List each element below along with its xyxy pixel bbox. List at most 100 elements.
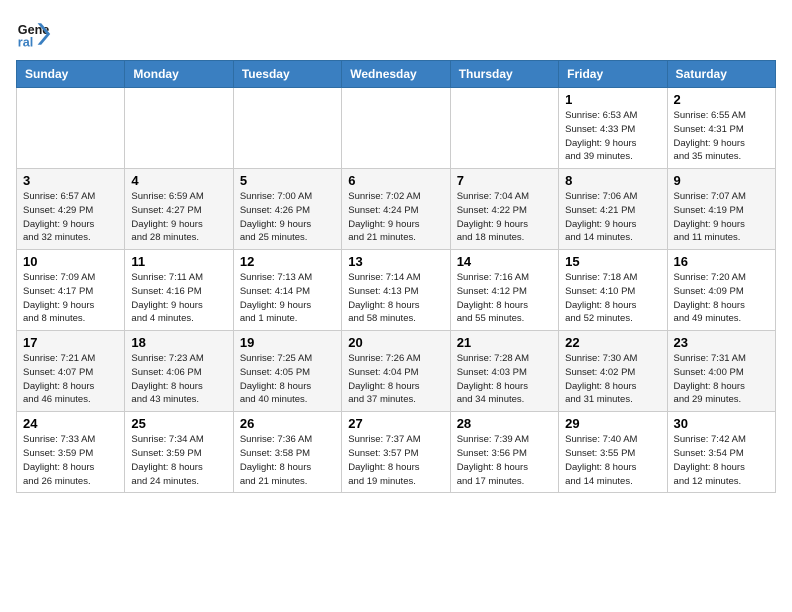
calendar-week-1: 1 Sunrise: 6:53 AM Sunset: 4:33 PM Daylig… <box>17 88 776 169</box>
day-number: 22 <box>565 335 660 350</box>
day-info: Sunrise: 7:09 AM Sunset: 4:17 PM Dayligh… <box>23 271 118 326</box>
day-number: 16 <box>674 254 769 269</box>
day-number: 5 <box>240 173 335 188</box>
calendar-cell: 5 Sunrise: 7:00 AM Sunset: 4:26 PM Daylig… <box>233 169 341 250</box>
day-info: Sunrise: 7:23 AM Sunset: 4:06 PM Dayligh… <box>131 352 226 407</box>
day-number: 3 <box>23 173 118 188</box>
day-info: Sunrise: 7:33 AM Sunset: 3:59 PM Dayligh… <box>23 433 118 488</box>
day-number: 4 <box>131 173 226 188</box>
day-number: 21 <box>457 335 552 350</box>
day-number: 20 <box>348 335 443 350</box>
calendar-table: SundayMondayTuesdayWednesdayThursdayFrid… <box>16 60 776 493</box>
day-info: Sunrise: 7:07 AM Sunset: 4:19 PM Dayligh… <box>674 190 769 245</box>
day-info: Sunrise: 6:59 AM Sunset: 4:27 PM Dayligh… <box>131 190 226 245</box>
weekday-header-sunday: Sunday <box>17 61 125 88</box>
weekday-header-friday: Friday <box>559 61 667 88</box>
day-info: Sunrise: 7:25 AM Sunset: 4:05 PM Dayligh… <box>240 352 335 407</box>
day-info: Sunrise: 6:55 AM Sunset: 4:31 PM Dayligh… <box>674 109 769 164</box>
day-number: 30 <box>674 416 769 431</box>
calendar-body: 1 Sunrise: 6:53 AM Sunset: 4:33 PM Daylig… <box>17 88 776 493</box>
day-number: 27 <box>348 416 443 431</box>
calendar-cell: 16 Sunrise: 7:20 AM Sunset: 4:09 PM Dayli… <box>667 250 775 331</box>
calendar-week-2: 3 Sunrise: 6:57 AM Sunset: 4:29 PM Daylig… <box>17 169 776 250</box>
day-number: 12 <box>240 254 335 269</box>
calendar-cell: 2 Sunrise: 6:55 AM Sunset: 4:31 PM Daylig… <box>667 88 775 169</box>
day-number: 25 <box>131 416 226 431</box>
calendar-cell: 15 Sunrise: 7:18 AM Sunset: 4:10 PM Dayli… <box>559 250 667 331</box>
day-number: 29 <box>565 416 660 431</box>
day-info: Sunrise: 6:53 AM Sunset: 4:33 PM Dayligh… <box>565 109 660 164</box>
calendar-cell: 13 Sunrise: 7:14 AM Sunset: 4:13 PM Dayli… <box>342 250 450 331</box>
calendar-cell: 24 Sunrise: 7:33 AM Sunset: 3:59 PM Dayli… <box>17 412 125 493</box>
day-info: Sunrise: 7:34 AM Sunset: 3:59 PM Dayligh… <box>131 433 226 488</box>
weekday-header-wednesday: Wednesday <box>342 61 450 88</box>
logo-icon: Gene ral <box>16 16 52 52</box>
day-info: Sunrise: 7:39 AM Sunset: 3:56 PM Dayligh… <box>457 433 552 488</box>
day-info: Sunrise: 7:04 AM Sunset: 4:22 PM Dayligh… <box>457 190 552 245</box>
calendar-week-3: 10 Sunrise: 7:09 AM Sunset: 4:17 PM Dayli… <box>17 250 776 331</box>
calendar-cell: 12 Sunrise: 7:13 AM Sunset: 4:14 PM Dayli… <box>233 250 341 331</box>
calendar-cell <box>450 88 558 169</box>
calendar-cell: 1 Sunrise: 6:53 AM Sunset: 4:33 PM Daylig… <box>559 88 667 169</box>
day-info: Sunrise: 7:30 AM Sunset: 4:02 PM Dayligh… <box>565 352 660 407</box>
day-info: Sunrise: 7:14 AM Sunset: 4:13 PM Dayligh… <box>348 271 443 326</box>
calendar-cell: 25 Sunrise: 7:34 AM Sunset: 3:59 PM Dayli… <box>125 412 233 493</box>
day-info: Sunrise: 7:16 AM Sunset: 4:12 PM Dayligh… <box>457 271 552 326</box>
calendar-cell: 7 Sunrise: 7:04 AM Sunset: 4:22 PM Daylig… <box>450 169 558 250</box>
calendar-cell: 17 Sunrise: 7:21 AM Sunset: 4:07 PM Dayli… <box>17 331 125 412</box>
calendar-cell <box>125 88 233 169</box>
day-info: Sunrise: 7:21 AM Sunset: 4:07 PM Dayligh… <box>23 352 118 407</box>
day-number: 23 <box>674 335 769 350</box>
day-info: Sunrise: 7:06 AM Sunset: 4:21 PM Dayligh… <box>565 190 660 245</box>
calendar-cell <box>17 88 125 169</box>
calendar-cell: 11Sunrise: 7:11 AM Sunset: 4:16 PM Dayli… <box>125 250 233 331</box>
calendar-cell: 19 Sunrise: 7:25 AM Sunset: 4:05 PM Dayli… <box>233 331 341 412</box>
day-number: 26 <box>240 416 335 431</box>
weekday-header-thursday: Thursday <box>450 61 558 88</box>
day-number: 24 <box>23 416 118 431</box>
day-info: Sunrise: 7:26 AM Sunset: 4:04 PM Dayligh… <box>348 352 443 407</box>
day-info: Sunrise: 7:40 AM Sunset: 3:55 PM Dayligh… <box>565 433 660 488</box>
day-number: 15 <box>565 254 660 269</box>
day-info: Sunrise: 7:11 AM Sunset: 4:16 PM Dayligh… <box>131 271 226 326</box>
calendar-cell: 30 Sunrise: 7:42 AM Sunset: 3:54 PM Dayli… <box>667 412 775 493</box>
day-number: 17 <box>23 335 118 350</box>
day-number: 14 <box>457 254 552 269</box>
weekday-header-monday: Monday <box>125 61 233 88</box>
calendar-cell <box>342 88 450 169</box>
calendar-week-5: 24 Sunrise: 7:33 AM Sunset: 3:59 PM Dayli… <box>17 412 776 493</box>
day-number: 6 <box>348 173 443 188</box>
day-number: 10 <box>23 254 118 269</box>
calendar-cell: 6 Sunrise: 7:02 AM Sunset: 4:24 PM Daylig… <box>342 169 450 250</box>
calendar-cell: 29 Sunrise: 7:40 AM Sunset: 3:55 PM Dayli… <box>559 412 667 493</box>
day-info: Sunrise: 7:13 AM Sunset: 4:14 PM Dayligh… <box>240 271 335 326</box>
calendar-cell: 28 Sunrise: 7:39 AM Sunset: 3:56 PM Dayli… <box>450 412 558 493</box>
day-number: 1 <box>565 92 660 107</box>
day-info: Sunrise: 7:28 AM Sunset: 4:03 PM Dayligh… <box>457 352 552 407</box>
calendar-cell: 18Sunrise: 7:23 AM Sunset: 4:06 PM Dayli… <box>125 331 233 412</box>
calendar-cell: 23Sunrise: 7:31 AM Sunset: 4:00 PM Dayli… <box>667 331 775 412</box>
calendar-cell: 22 Sunrise: 7:30 AM Sunset: 4:02 PM Dayli… <box>559 331 667 412</box>
day-number: 28 <box>457 416 552 431</box>
weekday-header-row: SundayMondayTuesdayWednesdayThursdayFrid… <box>17 61 776 88</box>
day-number: 13 <box>348 254 443 269</box>
calendar-cell: 10 Sunrise: 7:09 AM Sunset: 4:17 PM Dayli… <box>17 250 125 331</box>
day-info: Sunrise: 7:20 AM Sunset: 4:09 PM Dayligh… <box>674 271 769 326</box>
day-number: 7 <box>457 173 552 188</box>
svg-text:ral: ral <box>18 36 33 50</box>
calendar-cell: 27 Sunrise: 7:37 AM Sunset: 3:57 PM Dayli… <box>342 412 450 493</box>
calendar-cell: 9Sunrise: 7:07 AM Sunset: 4:19 PM Daylig… <box>667 169 775 250</box>
calendar-cell: 26Sunrise: 7:36 AM Sunset: 3:58 PM Dayli… <box>233 412 341 493</box>
day-info: Sunrise: 7:00 AM Sunset: 4:26 PM Dayligh… <box>240 190 335 245</box>
day-info: Sunrise: 7:37 AM Sunset: 3:57 PM Dayligh… <box>348 433 443 488</box>
day-info: Sunrise: 6:57 AM Sunset: 4:29 PM Dayligh… <box>23 190 118 245</box>
day-number: 8 <box>565 173 660 188</box>
weekday-header-tuesday: Tuesday <box>233 61 341 88</box>
day-info: Sunrise: 7:42 AM Sunset: 3:54 PM Dayligh… <box>674 433 769 488</box>
calendar-cell <box>233 88 341 169</box>
day-info: Sunrise: 7:18 AM Sunset: 4:10 PM Dayligh… <box>565 271 660 326</box>
weekday-header-saturday: Saturday <box>667 61 775 88</box>
day-number: 19 <box>240 335 335 350</box>
day-number: 2 <box>674 92 769 107</box>
day-info: Sunrise: 7:02 AM Sunset: 4:24 PM Dayligh… <box>348 190 443 245</box>
